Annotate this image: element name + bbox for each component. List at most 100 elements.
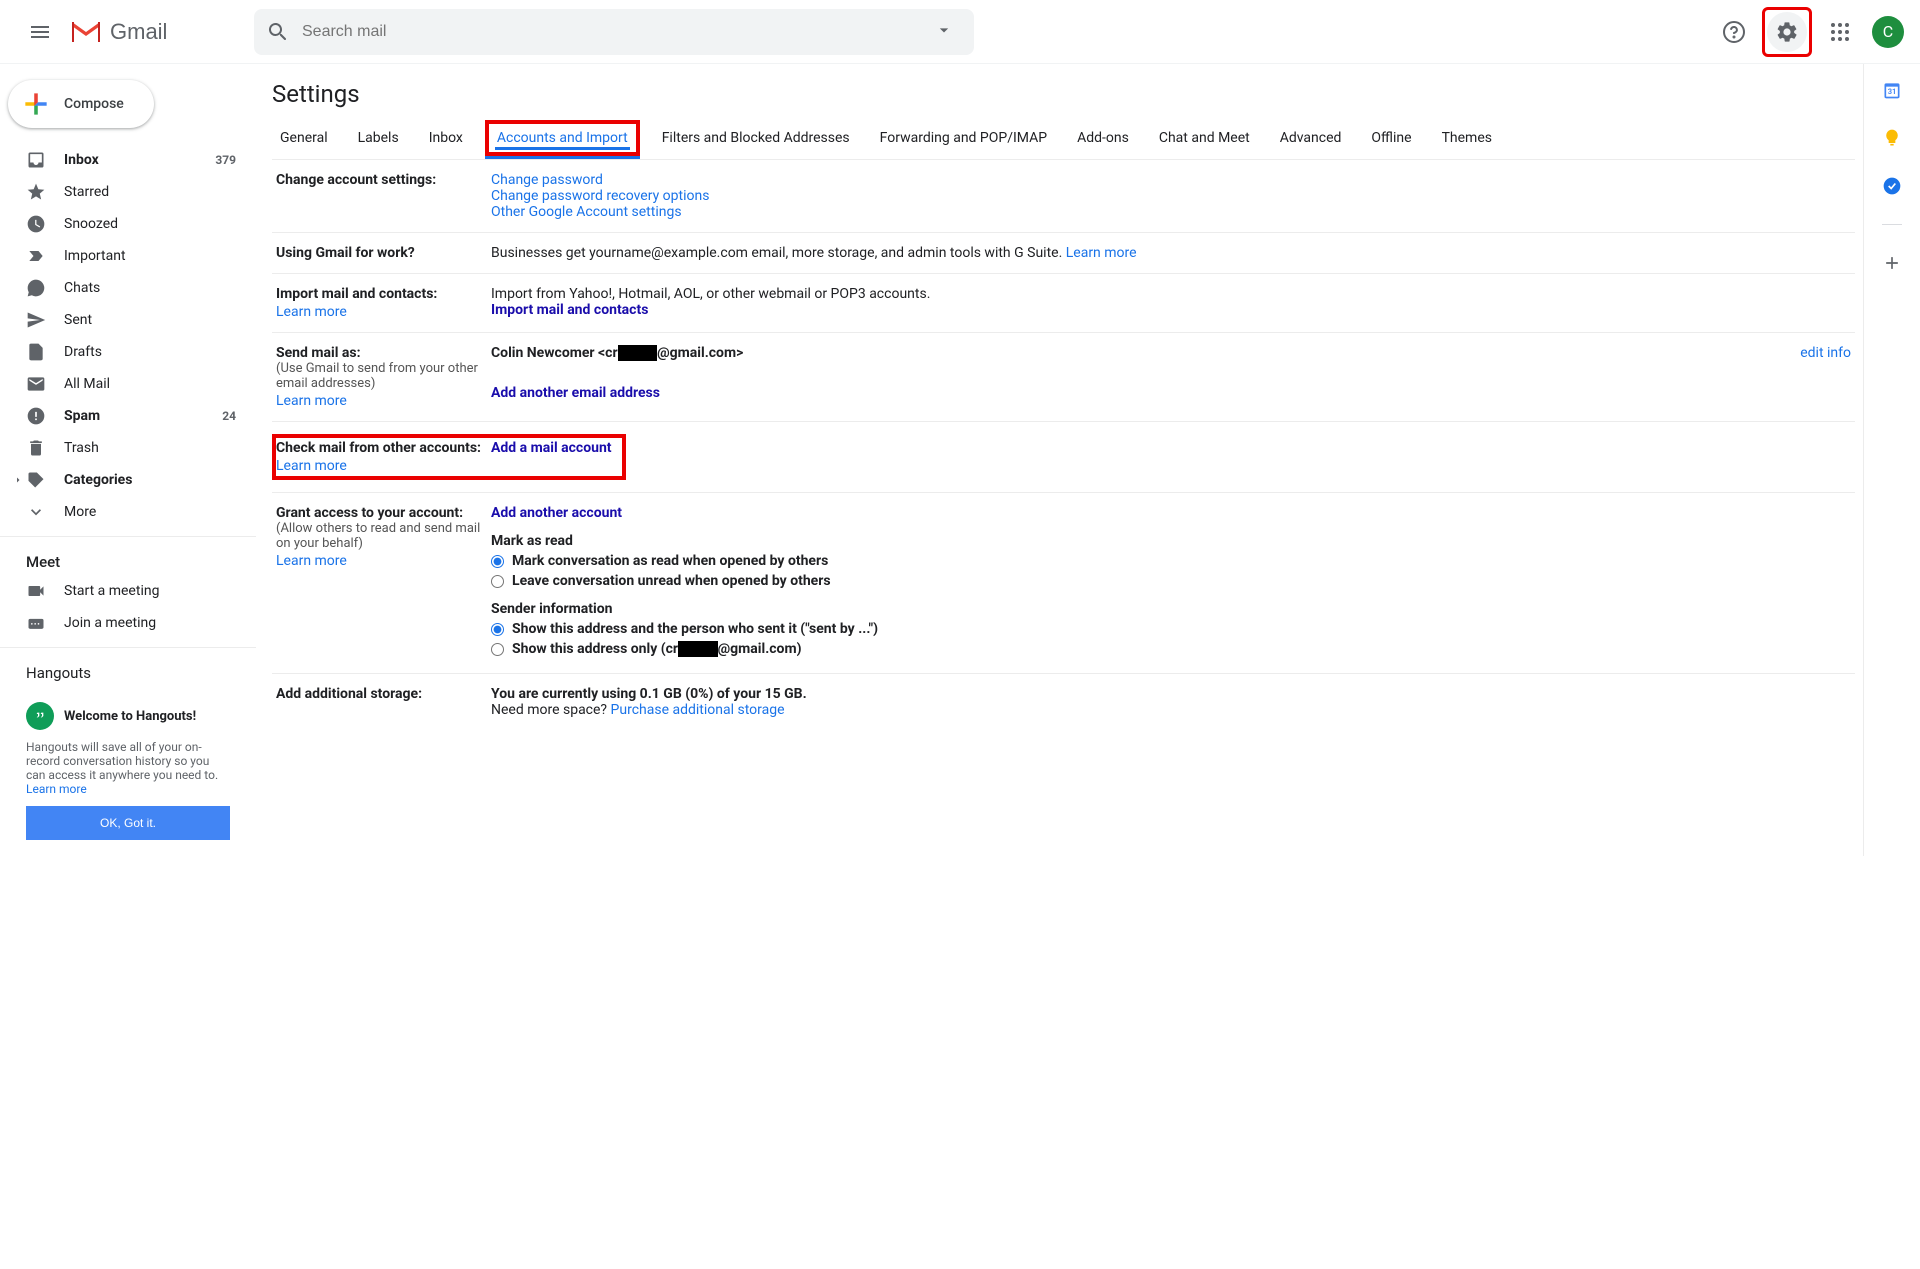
- gear-icon: [1775, 20, 1799, 44]
- label-send-as: Send mail as:: [276, 345, 361, 361]
- hangouts-welcome-text: Welcome to Hangouts!: [64, 709, 196, 724]
- main-menu-button[interactable]: [16, 8, 64, 56]
- nav-drafts[interactable]: Drafts: [0, 336, 248, 368]
- sendas-domain: @gmail.com>: [657, 345, 743, 361]
- link-add-account[interactable]: Add another account: [491, 505, 622, 521]
- plus-icon: [20, 88, 52, 120]
- hangouts-heading: Hangouts: [0, 656, 256, 686]
- link-purchase-storage[interactable]: Purchase additional storage: [611, 702, 785, 718]
- search-options-button[interactable]: [926, 20, 962, 44]
- nav-more[interactable]: More: [0, 496, 248, 528]
- row-change-account: Change account settings: Change password…: [272, 160, 1855, 233]
- rail-divider: [1882, 224, 1902, 225]
- link-checkmail-learn[interactable]: Learn more: [276, 458, 481, 474]
- nav-snoozed[interactable]: Snoozed: [0, 208, 248, 240]
- label-mark-unread[interactable]: Leave conversation unread when opened by…: [512, 573, 831, 589]
- header-left: Gmail: [16, 8, 254, 56]
- tab-inbox[interactable]: Inbox: [421, 120, 471, 159]
- settings-highlight-box: [1762, 7, 1812, 57]
- gmail-logo-text: Gmail: [110, 19, 167, 45]
- tab-accounts-and-import[interactable]: Accounts and Import: [485, 120, 640, 159]
- gmail-logo-icon: [68, 18, 104, 46]
- label-storage: Add additional storage:: [276, 686, 422, 702]
- link-other-settings[interactable]: Other Google Account settings: [491, 204, 682, 220]
- text-more-space: Need more space?: [491, 702, 611, 718]
- settings-table: Change account settings: Change password…: [272, 160, 1855, 730]
- header-right: C: [1714, 7, 1904, 57]
- row-storage: Add additional storage: You are currentl…: [272, 674, 1855, 730]
- tasks-icon[interactable]: [1882, 176, 1902, 196]
- nav-categories[interactable]: Categories: [0, 464, 248, 496]
- tab-labels[interactable]: Labels: [350, 120, 407, 159]
- body: Compose Inbox379StarredSnoozedImportantC…: [0, 64, 1920, 856]
- tab-chat-and-meet[interactable]: Chat and Meet: [1151, 120, 1258, 159]
- radio-mark-unread[interactable]: [491, 575, 504, 588]
- compose-button[interactable]: Compose: [8, 80, 154, 128]
- label-mark-read[interactable]: Mark conversation as read when opened by…: [512, 553, 828, 569]
- link-import-mail[interactable]: Import mail and contacts: [491, 302, 648, 318]
- hangouts-section: Hangouts Welcome to Hangouts! Hangouts w…: [0, 647, 256, 840]
- account-avatar[interactable]: C: [1872, 16, 1904, 48]
- row-import: Import mail and contacts: Learn more Imp…: [272, 274, 1855, 333]
- label-show-both[interactable]: Show this address and the person who sen…: [512, 621, 878, 637]
- tab-filters-and-blocked-addresses[interactable]: Filters and Blocked Addresses: [654, 120, 858, 159]
- sender-info-heading: Sender information: [491, 601, 1851, 617]
- sendas-name: Colin Newcomer <cr: [491, 345, 618, 361]
- calendar-icon[interactable]: 31: [1882, 80, 1902, 100]
- nav-sent[interactable]: Sent: [0, 304, 248, 336]
- radio-show-both[interactable]: [491, 623, 504, 636]
- link-edit-info[interactable]: edit info: [1800, 345, 1851, 361]
- tab-themes[interactable]: Themes: [1434, 120, 1500, 159]
- meet-join-a-meeting[interactable]: Join a meeting: [0, 607, 248, 639]
- hangouts-learn-link[interactable]: Learn more: [26, 782, 87, 796]
- settings-button[interactable]: [1767, 12, 1807, 52]
- label-grant: Grant access to your account:: [276, 505, 463, 521]
- tab-forwarding-and-pop-imap[interactable]: Forwarding and POP/IMAP: [872, 120, 1055, 159]
- radio-show-only[interactable]: [491, 643, 504, 656]
- nav-all-mail[interactable]: All Mail: [0, 368, 248, 400]
- nav-chats[interactable]: Chats: [0, 272, 248, 304]
- link-sendas-learn[interactable]: Learn more: [276, 393, 481, 409]
- search-input[interactable]: [290, 23, 926, 41]
- tab-general[interactable]: General: [272, 120, 336, 159]
- nav-spam[interactable]: Spam24: [0, 400, 248, 432]
- keep-icon[interactable]: [1882, 128, 1902, 148]
- search-box[interactable]: [254, 9, 974, 55]
- link-import-learn[interactable]: Learn more: [276, 304, 481, 320]
- nav-starred[interactable]: Starred: [0, 176, 248, 208]
- hangouts-ok-button[interactable]: OK, Got it.: [26, 806, 230, 840]
- label-show-only[interactable]: Show this address only (crXXXX@gmail.com…: [512, 641, 802, 657]
- mark-read-heading: Mark as read: [491, 533, 1851, 549]
- search-icon: [266, 20, 290, 44]
- tab-offline[interactable]: Offline: [1363, 120, 1419, 159]
- nav-important[interactable]: Important: [0, 240, 248, 272]
- link-work-learn[interactable]: Learn more: [1066, 245, 1137, 261]
- meet-section: Meet Start a meetingJoin a meeting: [0, 536, 256, 639]
- tab-advanced[interactable]: Advanced: [1272, 120, 1350, 159]
- link-change-password[interactable]: Change password: [491, 172, 603, 188]
- sub-grant: (Allow others to read and send mail on y…: [276, 521, 481, 551]
- text-storage: You are currently using 0.1 GB (0%) of y…: [491, 686, 807, 702]
- nav-trash[interactable]: Trash: [0, 432, 248, 464]
- redacted-text: XXXX: [618, 345, 658, 361]
- add-addon-icon[interactable]: [1882, 253, 1902, 273]
- nav-inbox[interactable]: Inbox379: [0, 144, 248, 176]
- tab-add-ons[interactable]: Add-ons: [1069, 120, 1137, 159]
- link-add-mail-account[interactable]: Add a mail account: [491, 440, 612, 456]
- sidebar: Compose Inbox379StarredSnoozedImportantC…: [0, 64, 256, 856]
- text-import: Import from Yahoo!, Hotmail, AOL, or oth…: [491, 286, 930, 302]
- row-grant: Grant access to your account: (Allow oth…: [272, 493, 1855, 674]
- link-grant-learn[interactable]: Learn more: [276, 553, 481, 569]
- label-work: Using Gmail for work?: [276, 245, 415, 261]
- meet-start-a-meeting[interactable]: Start a meeting: [0, 575, 248, 607]
- hangouts-icon: [26, 702, 54, 730]
- link-change-recovery[interactable]: Change password recovery options: [491, 188, 709, 204]
- label-import: Import mail and contacts:: [276, 286, 437, 302]
- apps-button[interactable]: [1820, 12, 1860, 52]
- link-add-email[interactable]: Add another email address: [491, 385, 660, 401]
- compose-label: Compose: [64, 96, 124, 112]
- radio-mark-read[interactable]: [491, 555, 504, 568]
- support-button[interactable]: [1714, 12, 1754, 52]
- apps-grid-icon: [1828, 20, 1852, 44]
- gmail-logo[interactable]: Gmail: [68, 18, 167, 46]
